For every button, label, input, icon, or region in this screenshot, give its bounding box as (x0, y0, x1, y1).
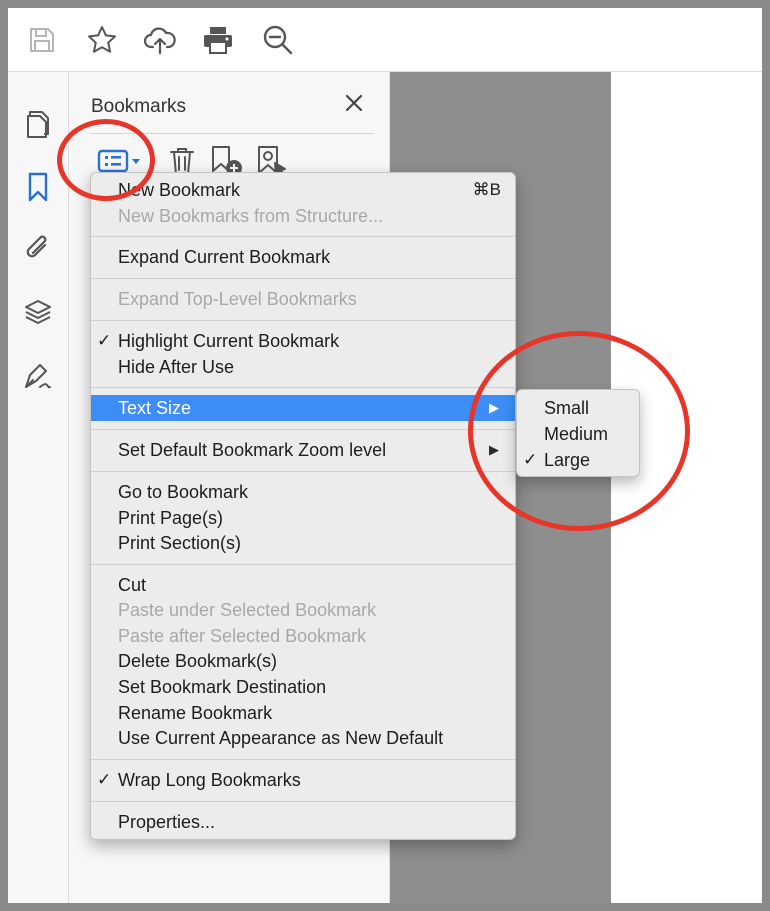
menu-item-use-current-appearance[interactable]: Use Current Appearance as New Default (91, 725, 515, 751)
menu-item-label: Set Bookmark Destination (118, 677, 327, 697)
menu-item-new-bookmark[interactable]: New Bookmark ⌘B (91, 177, 515, 203)
submenu-arrow-icon: ▶ (489, 442, 499, 457)
menu-item-hide-after-use[interactable]: Hide After Use (91, 354, 515, 380)
checkmark-icon: ✓ (523, 450, 538, 469)
menu-item-label: Hide After Use (118, 357, 235, 377)
panel-title: Bookmarks (91, 96, 187, 117)
menu-item-label: Print Section(s) (118, 533, 242, 553)
save-icon[interactable] (24, 22, 60, 58)
bookmarks-options-menu: New Bookmark ⌘B New Bookmarks from Struct… (90, 172, 516, 840)
menu-item-go-to-bookmark[interactable]: Go to Bookmark (91, 479, 515, 505)
menu-item-rename[interactable]: Rename Bookmark (91, 700, 515, 726)
menu-item-expand-current[interactable]: Expand Current Bookmark (91, 244, 515, 270)
layers-icon[interactable] (20, 294, 56, 330)
menu-item-paste-after: Paste after Selected Bookmark (91, 623, 515, 649)
submenu-item-small[interactable]: Small (517, 395, 639, 421)
menu-item-label: Wrap Long Bookmarks (118, 770, 301, 790)
menu-separator (91, 471, 515, 472)
menu-separator (91, 564, 515, 565)
text-size-submenu: Small Medium ✓ Large (516, 389, 640, 477)
menu-separator (91, 320, 515, 321)
menu-item-highlight-current[interactable]: ✓ Highlight Current Bookmark (91, 328, 515, 354)
menu-item-label: Go to Bookmark (118, 482, 249, 502)
cloud-upload-icon[interactable] (142, 22, 178, 58)
menu-item-label: Paste after Selected Bookmark (118, 626, 367, 646)
menu-separator (91, 429, 515, 430)
document-page (611, 72, 762, 903)
menu-item-set-destination[interactable]: Set Bookmark Destination (91, 674, 515, 700)
submenu-item-medium[interactable]: Medium (517, 421, 639, 447)
checkmark-icon: ✓ (97, 331, 112, 350)
menu-item-expand-top-level: Expand Top-Level Bookmarks (91, 286, 515, 312)
pages-icon[interactable] (20, 106, 56, 142)
menu-item-label: Text Size (118, 398, 192, 418)
attachment-icon[interactable] (20, 230, 56, 266)
menu-item-properties[interactable]: Properties... (91, 809, 515, 835)
checkmark-icon: ✓ (97, 770, 112, 789)
zoom-out-icon[interactable] (260, 22, 296, 58)
menu-item-wrap-long[interactable]: ✓ Wrap Long Bookmarks (91, 767, 515, 793)
close-icon[interactable] (341, 90, 367, 116)
submenu-item-large[interactable]: ✓ Large (517, 447, 639, 473)
menu-separator (91, 759, 515, 760)
menu-item-cut[interactable]: Cut (91, 572, 515, 598)
menu-separator (91, 801, 515, 802)
menu-item-label: Rename Bookmark (118, 703, 273, 723)
left-rail (8, 72, 69, 903)
top-toolbar (8, 8, 762, 72)
menu-separator (91, 387, 515, 388)
menu-item-paste-under: Paste under Selected Bookmark (91, 597, 515, 623)
shortcut-label: ⌘B (472, 180, 501, 199)
menu-item-label: Set Default Bookmark Zoom level (118, 440, 387, 460)
menu-item-label: New Bookmark (118, 180, 241, 200)
menu-item-print-pages[interactable]: Print Page(s) (91, 505, 515, 531)
menu-item-label: Use Current Appearance as New Default (118, 728, 444, 748)
panel-divider (89, 133, 374, 134)
submenu-item-label: Medium (544, 424, 609, 444)
menu-item-label: Delete Bookmark(s) (118, 651, 278, 671)
menu-item-label: Expand Top-Level Bookmarks (118, 289, 357, 309)
menu-item-text-size[interactable]: Text Size ▶ (91, 395, 515, 421)
signature-icon[interactable] (20, 358, 56, 394)
menu-item-set-default-zoom[interactable]: Set Default Bookmark Zoom level ▶ (91, 437, 515, 463)
submenu-arrow-icon: ▶ (489, 400, 499, 415)
menu-item-label: Cut (118, 575, 147, 595)
menu-item-new-from-structure: New Bookmarks from Structure... (91, 203, 515, 229)
menu-item-label: New Bookmarks from Structure... (118, 206, 384, 226)
menu-separator (91, 278, 515, 279)
menu-item-label: Highlight Current Bookmark (118, 331, 340, 351)
menu-item-print-sections[interactable]: Print Section(s) (91, 530, 515, 556)
bookmark-icon[interactable] (20, 169, 56, 205)
menu-item-delete-bookmarks[interactable]: Delete Bookmark(s) (91, 648, 515, 674)
submenu-item-label: Small (544, 398, 590, 418)
print-icon[interactable] (200, 22, 236, 58)
menu-separator (91, 236, 515, 237)
submenu-item-label: Large (544, 450, 591, 470)
star-icon[interactable] (84, 22, 120, 58)
menu-item-label: Properties... (118, 812, 216, 832)
menu-item-label: Print Page(s) (118, 508, 224, 528)
menu-item-label: Paste under Selected Bookmark (118, 600, 377, 620)
menu-item-label: Expand Current Bookmark (118, 247, 331, 267)
